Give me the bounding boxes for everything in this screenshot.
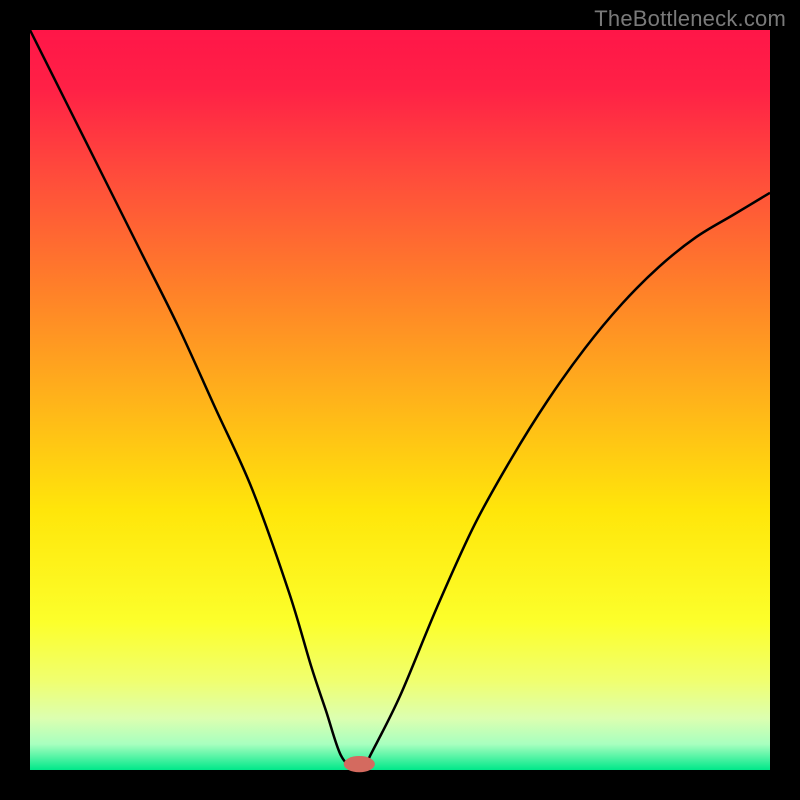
optimal-marker <box>344 756 375 772</box>
curve-layer <box>30 30 770 770</box>
watermark-text: TheBottleneck.com <box>594 6 786 32</box>
chart-container: TheBottleneck.com <box>0 0 800 800</box>
plot-area <box>30 30 770 770</box>
bottleneck-curve <box>30 30 770 772</box>
